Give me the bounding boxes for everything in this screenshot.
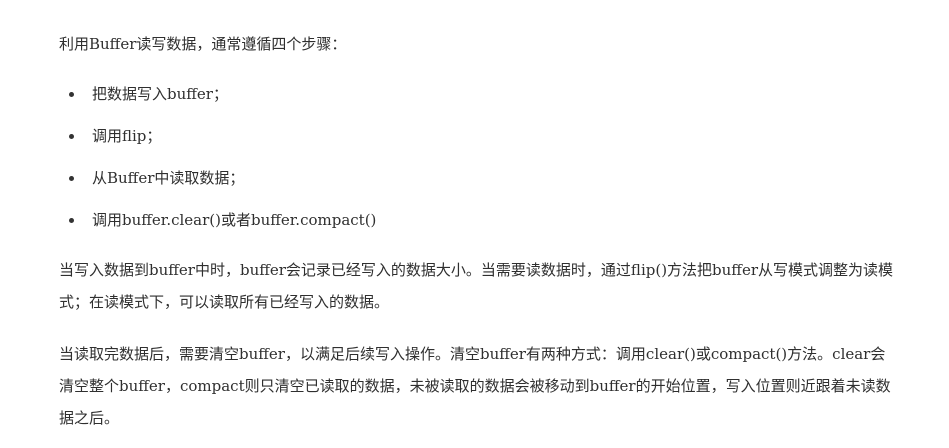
paragraph-write-mode: 当写入数据到buffer中时，buffer会记录已经写入的数据大小。当需要读数据… — [59, 261, 894, 311]
bullet-icon — [69, 134, 74, 139]
intro-text: 利用Buffer读写数据，通常遵循四个步骤： — [59, 35, 347, 53]
bullet-icon — [69, 218, 74, 223]
bullet-icon — [69, 176, 74, 181]
step-text: 从Buffer中读取数据； — [92, 169, 245, 187]
paragraph-clear-buffer: 当读取完数据后，需要清空buffer，以满足后续写入操作。清空buffer有两种… — [59, 345, 891, 427]
step-text: 把数据写入buffer； — [92, 85, 228, 103]
list-item: 把数据写入buffer； — [59, 80, 376, 122]
list-item: 调用flip； — [59, 122, 376, 164]
steps-list: 把数据写入buffer； 调用flip； 从Buffer中读取数据； 调用buf… — [59, 80, 376, 248]
bullet-icon — [69, 92, 74, 97]
step-text: 调用buffer.clear()或者buffer.compact() — [92, 211, 377, 229]
step-text: 调用flip； — [92, 127, 162, 145]
list-item: 从Buffer中读取数据； — [59, 164, 376, 206]
list-item: 调用buffer.clear()或者buffer.compact() — [59, 206, 376, 248]
